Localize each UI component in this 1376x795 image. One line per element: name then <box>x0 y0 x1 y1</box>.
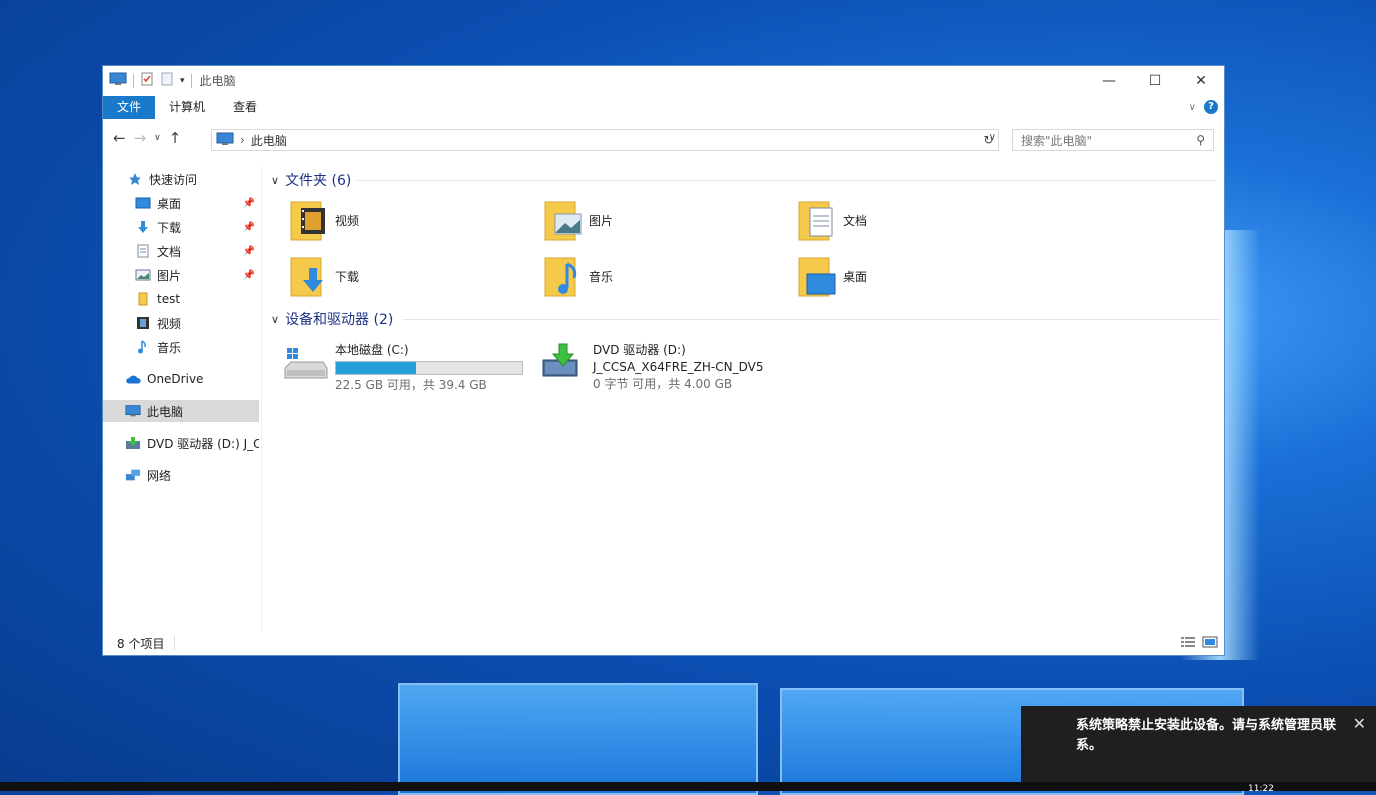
document-icon <box>135 243 151 259</box>
breadcrumb-this-pc[interactable]: 此电脑 <box>251 132 287 149</box>
forward-arrow-icon[interactable]: → <box>134 129 147 147</box>
picture-icon <box>135 267 151 283</box>
cloud-icon <box>125 371 141 387</box>
notification-toast[interactable]: 系统策略禁止安装此设备。请与系统管理员联系。 ✕ <box>1021 706 1376 791</box>
window-title: 此电脑 <box>199 74 236 88</box>
folder-downloads[interactable]: 下载 <box>289 251 489 301</box>
folder-documents[interactable]: 文档 <box>797 195 997 245</box>
back-arrow-icon[interactable]: ← <box>113 129 126 147</box>
pictures-folder-icon <box>543 198 583 242</box>
help-icon[interactable]: ? <box>1204 100 1218 114</box>
drive-c-usage-text: 22.5 GB 可用，共 39.4 GB <box>335 378 487 392</box>
download-arrow-icon <box>135 219 151 235</box>
customize-toolbar-chevron-icon[interactable]: ▾ <box>180 76 185 86</box>
nav-item-videos[interactable]: 视频 <box>135 312 181 334</box>
computer-icon <box>125 403 141 419</box>
computer-icon <box>109 72 127 89</box>
nav-quick-access[interactable]: 快速访问 <box>127 168 197 190</box>
close-button[interactable]: ✕ <box>1178 66 1224 95</box>
documents-folder-icon <box>797 198 837 242</box>
folder-videos[interactable]: 视频 <box>289 195 489 245</box>
nav-dvd-drive[interactable]: DVD 驱动器 (D:) J_C <box>125 432 259 454</box>
pin-icon[interactable]: 📌 <box>243 270 255 281</box>
maximize-button[interactable]: ☐ <box>1132 66 1178 95</box>
desktop-folder-icon <box>797 254 837 298</box>
tab-view[interactable]: 查看 <box>219 96 271 119</box>
drive-d-name: DVD 驱动器 (D:) <box>593 343 686 357</box>
dvd-drive-icon <box>125 435 141 451</box>
music-folder-icon <box>543 254 583 298</box>
star-icon <box>127 171 143 187</box>
film-icon <box>135 315 151 331</box>
navigation-pane: 快速访问 桌面 📌 下载 📌 文档 📌 图片 📌 test 视频 音乐 OneD… <box>103 166 262 632</box>
refresh-button[interactable]: ↻ <box>979 129 999 151</box>
tab-computer[interactable]: 计算机 <box>155 96 219 119</box>
network-icon <box>125 467 141 483</box>
close-notification-icon[interactable]: ✕ <box>1353 714 1366 733</box>
drive-c-usage-fill <box>336 362 416 374</box>
address-bar[interactable]: › 此电脑 ∨ <box>211 129 999 151</box>
notification-message: 系统策略禁止安装此设备。请与系统管理员联系。 <box>1076 718 1337 753</box>
desktop-window-pane-left <box>398 683 758 795</box>
window-controls: — ☐ ✕ <box>1086 66 1224 95</box>
folder-music[interactable]: 音乐 <box>543 251 743 301</box>
breadcrumb-separator-icon[interactable]: › <box>240 133 245 147</box>
address-row: ← → ∨ ↑ › 此电脑 ∨ ↻ 搜索"此电脑" ⚲ <box>103 126 1224 154</box>
computer-icon <box>216 132 234 149</box>
videos-folder-icon <box>289 198 329 242</box>
pin-icon[interactable]: 📌 <box>243 198 255 209</box>
chevron-down-icon[interactable]: ∨ <box>271 174 279 187</box>
taskbar <box>0 782 1376 791</box>
item-count: 8 个项目 <box>117 636 165 651</box>
status-bar: 8 个项目 <box>103 631 1224 655</box>
nav-item-test[interactable]: test <box>135 288 180 310</box>
nav-item-desktop[interactable]: 桌面 📌 <box>135 192 259 214</box>
group-header-drives[interactable]: ∨ 设备和驱动器 (2) <box>271 309 393 329</box>
folder-desktop[interactable]: 桌面 <box>797 251 997 301</box>
downloads-folder-icon <box>289 254 329 298</box>
folder-pictures[interactable]: 图片 <box>543 195 743 245</box>
pin-icon[interactable]: 📌 <box>243 246 255 257</box>
minimize-button[interactable]: — <box>1086 66 1132 95</box>
details-view-icon[interactable] <box>1180 636 1196 651</box>
drive-d-label: J_CCSA_X64FRE_ZH-CN_DV5 <box>593 360 764 374</box>
recent-locations-chevron-icon[interactable]: ∨ <box>154 133 161 143</box>
drive-c-name: 本地磁盘 (C:) <box>335 343 409 357</box>
title-bar: ▾ 此电脑 — ☐ ✕ <box>103 66 1224 95</box>
drive-c[interactable]: 本地磁盘 (C:) 22.5 GB 可用，共 39.4 GB <box>283 342 523 394</box>
group-header-folders[interactable]: ∨ 文件夹 (6) <box>271 170 351 190</box>
search-box[interactable]: 搜索"此电脑" ⚲ <box>1012 129 1214 151</box>
pin-icon[interactable]: 📌 <box>243 222 255 233</box>
large-icons-view-icon[interactable] <box>1202 636 1218 651</box>
drive-d[interactable]: DVD 驱动器 (D:) J_CCSA_X64FRE_ZH-CN_DV5 0 字… <box>541 342 763 393</box>
tab-file[interactable]: 文件 <box>103 96 156 119</box>
nav-item-documents[interactable]: 文档 📌 <box>135 240 259 262</box>
expand-ribbon-chevron-icon[interactable]: ∨ <box>1189 102 1196 113</box>
nav-item-downloads[interactable]: 下载 📌 <box>135 216 259 238</box>
nav-network[interactable]: 网络 <box>125 464 171 486</box>
up-arrow-icon[interactable]: ↑ <box>169 129 182 147</box>
folder-icon <box>135 291 151 307</box>
new-folder-icon[interactable] <box>160 72 174 89</box>
ribbon-tabs: 文件 计算机 查看 ∨ ? <box>103 96 1224 119</box>
taskbar-clock[interactable]: 11:22 <box>1248 784 1274 794</box>
search-placeholder: 搜索"此电脑" <box>1021 133 1093 148</box>
nav-this-pc[interactable]: 此电脑 <box>103 400 259 422</box>
desktop-icon <box>135 195 151 211</box>
nav-item-pictures[interactable]: 图片 📌 <box>135 264 259 286</box>
search-icon[interactable]: ⚲ <box>1196 133 1205 147</box>
hard-drive-icon <box>283 342 329 386</box>
file-explorer-window: ▾ 此电脑 — ☐ ✕ 文件 计算机 查看 ∨ ? ← → ∨ ↑ › 此电脑 … <box>102 65 1225 656</box>
content-pane: ∨ 文件夹 (6) 视频 图片 文档 下载 音乐 桌面 ∨ 设备和驱动器 (2)… <box>263 166 1224 632</box>
drive-d-usage-text: 0 字节 可用，共 4.00 GB <box>593 377 733 391</box>
nav-onedrive[interactable]: OneDrive <box>125 368 203 390</box>
drive-c-usage-bar <box>335 361 523 375</box>
quick-access-toolbar: ▾ <box>109 72 192 89</box>
properties-icon[interactable] <box>140 72 154 89</box>
nav-item-music[interactable]: 音乐 <box>135 336 181 358</box>
music-note-icon <box>135 339 151 355</box>
dvd-drive-icon <box>541 342 587 386</box>
chevron-down-icon[interactable]: ∨ <box>271 313 279 326</box>
